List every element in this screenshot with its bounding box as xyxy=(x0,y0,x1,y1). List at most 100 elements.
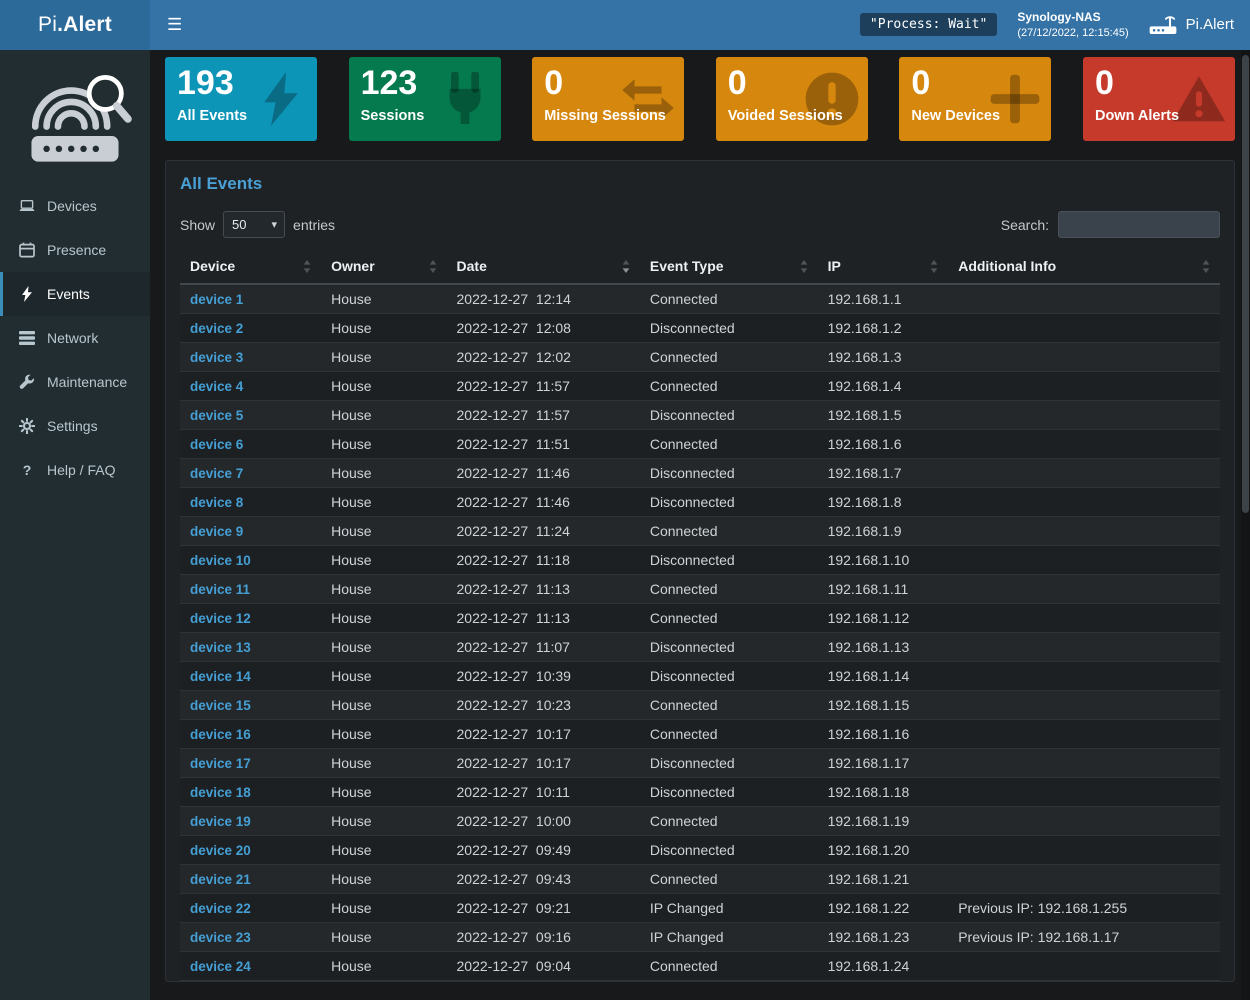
device-link[interactable]: device 24 xyxy=(190,959,251,974)
device-link[interactable]: device 9 xyxy=(190,524,243,539)
owner-cell: House xyxy=(321,371,446,400)
device-link[interactable]: device 14 xyxy=(190,669,251,684)
device-cell: device 5 xyxy=(180,400,321,429)
card-value: 0 xyxy=(544,66,672,102)
sidebar-item-presence[interactable]: Presence xyxy=(0,228,150,272)
device-cell: device 16 xyxy=(180,719,321,748)
owner-cell: House xyxy=(321,893,446,922)
page-scrollbar[interactable] xyxy=(1241,50,1250,1000)
table-row: device 22House2022-12-27 09:21IP Changed… xyxy=(180,893,1220,922)
sidebar-item-help-faq[interactable]: ?Help / FAQ xyxy=(0,448,150,492)
ip-cell: 192.168.1.13 xyxy=(818,632,949,661)
sort-icon xyxy=(622,260,630,273)
owner-cell: House xyxy=(321,603,446,632)
ip-cell: 192.168.1.19 xyxy=(818,806,949,835)
scrollbar-thumb[interactable] xyxy=(1242,55,1249,513)
table-controls: Show 50 ▾ entries Search: xyxy=(180,211,1220,238)
ip-cell: 192.168.1.3 xyxy=(818,342,949,371)
table-header-row: DeviceOwnerDateEvent TypeIPAdditional In… xyxy=(180,251,1220,284)
device-link[interactable]: device 16 xyxy=(190,727,251,742)
device-link[interactable]: device 1 xyxy=(190,292,243,307)
device-cell: device 1 xyxy=(180,284,321,313)
event-type-cell: Connected xyxy=(640,603,818,632)
date-cell: 2022-12-27 09:16 xyxy=(447,922,640,951)
column-header-owner[interactable]: Owner xyxy=(321,251,446,284)
device-link[interactable]: device 11 xyxy=(190,582,250,597)
date-cell: 2022-12-27 10:17 xyxy=(447,719,640,748)
column-header-date[interactable]: Date xyxy=(447,251,640,284)
summary-card-new-devices[interactable]: 0New Devices xyxy=(899,57,1051,141)
table-row: device 24House2022-12-27 09:04Connected1… xyxy=(180,951,1220,980)
column-header-device[interactable]: Device xyxy=(180,251,321,284)
topbar-app-link[interactable]: Pi.Alert xyxy=(1149,14,1234,35)
table-row: device 7House2022-12-27 11:46Disconnecte… xyxy=(180,458,1220,487)
sidebar-item-settings[interactable]: Settings xyxy=(0,404,150,448)
device-link[interactable]: device 22 xyxy=(190,901,251,916)
additional-info-cell xyxy=(948,400,1220,429)
column-header-event-type[interactable]: Event Type xyxy=(640,251,818,284)
sidebar-item-label: Devices xyxy=(47,198,97,214)
device-link[interactable]: device 7 xyxy=(190,466,243,481)
device-link[interactable]: device 4 xyxy=(190,379,243,394)
device-link[interactable]: device 8 xyxy=(190,495,243,510)
sidebar-toggle-button[interactable]: ☰ xyxy=(150,0,199,50)
owner-cell: House xyxy=(321,719,446,748)
device-link[interactable]: device 17 xyxy=(190,756,251,771)
event-type-cell: Connected xyxy=(640,371,818,400)
owner-cell: House xyxy=(321,835,446,864)
column-header-additional-info[interactable]: Additional Info xyxy=(948,251,1220,284)
owner-cell: House xyxy=(321,951,446,980)
device-link[interactable]: device 23 xyxy=(190,930,251,945)
page-length-select[interactable]: 50 xyxy=(223,211,285,238)
sidebar-item-network[interactable]: Network xyxy=(0,316,150,360)
ip-cell: 192.168.1.18 xyxy=(818,777,949,806)
host-info: Synology-NAS (27/12/2022, 12:15:45) xyxy=(1017,10,1128,40)
device-link[interactable]: device 2 xyxy=(190,321,243,336)
sidebar-item-maintenance[interactable]: Maintenance xyxy=(0,360,150,404)
sidebar-item-events[interactable]: Events xyxy=(0,272,150,316)
additional-info-cell xyxy=(948,516,1220,545)
device-link[interactable]: device 3 xyxy=(190,350,243,365)
owner-cell: House xyxy=(321,777,446,806)
card-label: Sessions xyxy=(361,108,489,124)
additional-info-cell xyxy=(948,574,1220,603)
device-link[interactable]: device 6 xyxy=(190,437,243,452)
device-link[interactable]: device 10 xyxy=(190,553,251,568)
event-type-cell: Disconnected xyxy=(640,777,818,806)
event-type-cell: Connected xyxy=(640,951,818,980)
card-label: Down Alerts xyxy=(1095,108,1223,124)
table-row: device 1House2022-12-27 12:14Connected19… xyxy=(180,284,1220,313)
table-row: device 23House2022-12-27 09:16IP Changed… xyxy=(180,922,1220,951)
device-link[interactable]: device 5 xyxy=(190,408,243,423)
summary-card-sessions[interactable]: 123Sessions xyxy=(349,57,501,141)
device-link[interactable]: device 20 xyxy=(190,843,251,858)
summary-card-missing-sessions[interactable]: 0 Missing Sessions xyxy=(532,57,684,141)
additional-info-cell xyxy=(948,632,1220,661)
summary-card-voided-sessions[interactable]: 0Voided Sessions xyxy=(716,57,868,141)
device-link[interactable]: device 18 xyxy=(190,785,251,800)
owner-cell: House xyxy=(321,922,446,951)
device-link[interactable]: device 15 xyxy=(190,698,251,713)
card-label: Missing Sessions xyxy=(544,108,672,124)
device-link[interactable]: device 19 xyxy=(190,814,251,829)
summary-card-down-alerts[interactable]: 0Down Alerts xyxy=(1083,57,1235,141)
device-link[interactable]: device 21 xyxy=(190,872,251,887)
owner-cell: House xyxy=(321,545,446,574)
additional-info-cell xyxy=(948,777,1220,806)
ip-cell: 192.168.1.14 xyxy=(818,661,949,690)
additional-info-cell xyxy=(948,806,1220,835)
date-cell: 2022-12-27 10:23 xyxy=(447,690,640,719)
network-icon xyxy=(18,330,36,346)
search-input[interactable] xyxy=(1058,211,1220,238)
bolt-icon xyxy=(18,286,36,302)
date-cell: 2022-12-27 12:02 xyxy=(447,342,640,371)
sidebar-item-devices[interactable]: Devices xyxy=(0,184,150,228)
device-cell: device 3 xyxy=(180,342,321,371)
device-link[interactable]: device 12 xyxy=(190,611,251,626)
summary-card-all-events[interactable]: 193All Events xyxy=(165,57,317,141)
owner-cell: House xyxy=(321,458,446,487)
brand-logo[interactable]: Pi.Alert xyxy=(0,0,150,50)
additional-info-cell xyxy=(948,951,1220,980)
column-header-ip[interactable]: IP xyxy=(818,251,949,284)
device-link[interactable]: device 13 xyxy=(190,640,251,655)
